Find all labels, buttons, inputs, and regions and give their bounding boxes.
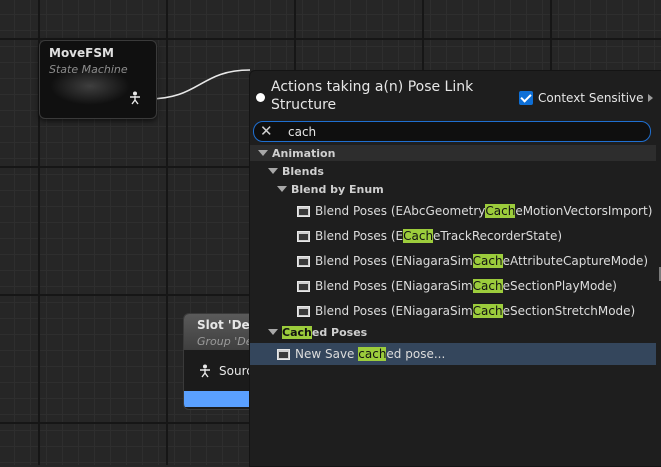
expand-arrow-icon[interactable] (647, 94, 653, 102)
blend-node-icon (297, 230, 310, 242)
pin-type-icon (256, 93, 265, 102)
context-sensitive-checkbox[interactable] (519, 91, 533, 105)
context-sensitive-toggle[interactable]: Context Sensitive (519, 90, 653, 106)
tree-action-item[interactable]: New Save cached pose... (250, 343, 656, 365)
search-box[interactable]: ✕ (253, 121, 651, 142)
clear-search-icon[interactable]: ✕ (260, 123, 273, 140)
expand-triangle-icon[interactable] (268, 329, 278, 335)
tree-label: Blend Poses (ENiagaraSimCacheAttributeCa… (315, 254, 649, 268)
node-title: MoveFSM (49, 46, 114, 60)
tree-label: Blend Poses (ENiagaraSimCacheSectionPlay… (315, 279, 617, 293)
slot-node-footer-bar (184, 391, 254, 407)
context-sensitive-label: Context Sensitive (538, 91, 644, 105)
search-match-highlight: Cach (282, 325, 312, 339)
blend-node-icon (297, 205, 310, 217)
expand-triangle-icon[interactable] (277, 186, 287, 192)
blend-node-icon (277, 348, 290, 360)
tree-action-item[interactable]: Blend Poses (ENiagaraSimCacheAttributeCa… (250, 250, 656, 272)
blend-node-icon (297, 255, 310, 267)
search-match-highlight: Cach (472, 279, 503, 293)
slot-node[interactable]: Slot 'Def Group 'De Sourc (183, 313, 255, 410)
tree-action-item[interactable]: Blend Poses (ECacheTrackRecorderState) (250, 225, 656, 247)
search-match-highlight: Cach (403, 229, 434, 243)
pose-pin-icon[interactable] (198, 364, 212, 378)
tree-category[interactable]: Animation (250, 145, 656, 161)
node-subtitle: State Machine (49, 63, 128, 76)
blend-node-icon (297, 280, 310, 292)
tree-action-item[interactable]: Blend Poses (ENiagaraSimCacheSectionStre… (250, 300, 656, 322)
slot-node-subtitle: Group 'De (197, 335, 253, 348)
tree-action-item[interactable]: Blend Poses (EAbcGeometryCacheMotionVect… (250, 200, 656, 222)
action-menu: Actions taking a(n) Pose Link Structure … (249, 70, 661, 467)
search-match-highlight: cach (358, 347, 387, 361)
search-match-highlight: Cach (472, 304, 503, 318)
tree-action-item[interactable]: Blend Poses (ENiagaraSimCacheSectionPlay… (250, 275, 656, 297)
search-match-highlight: Cach (472, 254, 503, 268)
slot-node-title: Slot 'Def (197, 318, 255, 332)
pose-wire (147, 69, 251, 100)
expand-triangle-icon[interactable] (258, 150, 268, 156)
pose-pin-icon[interactable] (128, 91, 142, 105)
action-menu-title: Actions taking a(n) Pose Link Structure (271, 79, 474, 113)
tree-label: Blend by Enum (291, 182, 384, 196)
tree-category[interactable]: Blends (250, 163, 656, 179)
tree-label: Cached Poses (282, 325, 368, 339)
tree-category[interactable]: Cached Poses (250, 324, 656, 340)
search-input[interactable] (288, 123, 628, 140)
tree-label: Blend Poses (ENiagaraSimCacheSectionStre… (315, 304, 636, 318)
tree-category[interactable]: Blend by Enum (250, 181, 656, 197)
tree-label: Blend Poses (ECacheTrackRecorderState) (315, 229, 563, 243)
state-machine-node[interactable]: MoveFSM State Machine (39, 40, 157, 119)
tree-label: Animation (272, 146, 336, 160)
blend-node-icon (297, 305, 310, 317)
tree-label: Blend Poses (EAbcGeometryCacheMotionVect… (315, 204, 653, 218)
search-match-highlight: Cach (485, 204, 516, 218)
tree-label: Blends (282, 164, 324, 178)
source-pin-label: Sourc (219, 364, 253, 378)
tree-label: New Save cached pose... (295, 347, 446, 361)
expand-triangle-icon[interactable] (268, 168, 278, 174)
